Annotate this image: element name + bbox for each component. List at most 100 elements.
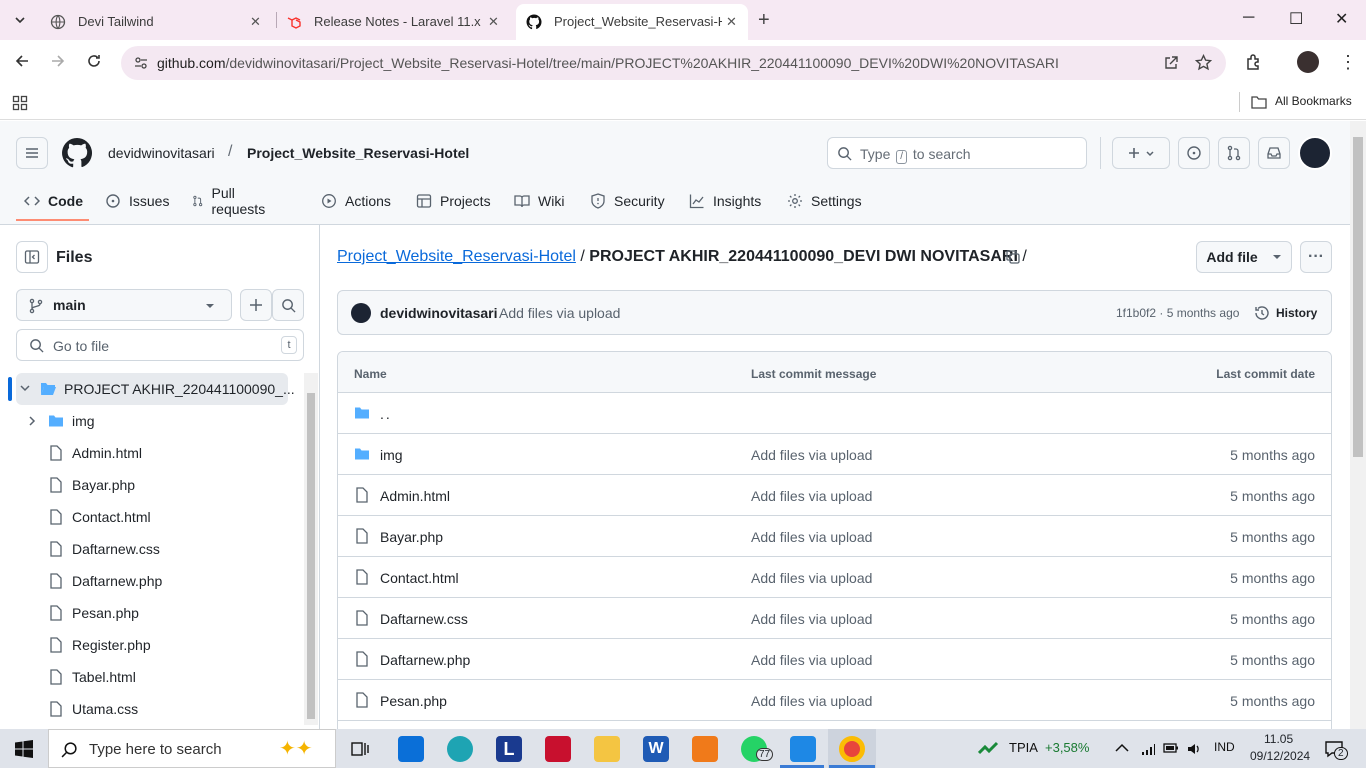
tab-pull-requests[interactable]: Pull requests: [192, 183, 270, 219]
tab-wiki[interactable]: Wiki: [514, 183, 564, 219]
minimize-button[interactable]: ─: [1243, 9, 1254, 27]
commit-sha-time[interactable]: 1f1b0f2 · 5 months ago: [1116, 306, 1239, 320]
xampp-icon[interactable]: [692, 736, 718, 762]
tab-actions[interactable]: Actions: [321, 183, 391, 219]
tab-issues[interactable]: Issues: [105, 183, 169, 219]
row-commit-message[interactable]: Add files via upload: [751, 488, 872, 504]
tree-item-admin-html[interactable]: Admin.html: [0, 437, 300, 469]
history-link[interactable]: History: [1276, 306, 1317, 320]
row-commit-message[interactable]: Add files via upload: [751, 570, 872, 586]
close-window-button[interactable]: ✕: [1335, 9, 1348, 29]
stock-change[interactable]: +3,58%: [1045, 740, 1089, 755]
collapse-file-tree-button[interactable]: [16, 241, 48, 273]
table-row-parent-dir[interactable]: ..: [338, 393, 1331, 434]
chevron-up-icon[interactable]: [1115, 743, 1129, 753]
url-text[interactable]: github.com/devidwinovitasari/Project_Web…: [157, 55, 1059, 71]
breadcrumb-repo-link[interactable]: Project_Website_Reservasi-Hotel: [337, 248, 576, 265]
tab-code[interactable]: Code: [24, 183, 83, 219]
task-view-icon[interactable]: [350, 739, 370, 759]
row-name[interactable]: ..: [380, 406, 392, 422]
more-options-button[interactable]: ···: [1300, 241, 1332, 273]
battery-icon[interactable]: [1163, 742, 1179, 754]
page-scrollbar-thumb[interactable]: [1353, 137, 1363, 457]
row-name[interactable]: Daftarnew.php: [380, 652, 470, 668]
tree-item-pesan-php[interactable]: Pesan.php: [0, 597, 300, 629]
inbox-button[interactable]: [1258, 137, 1290, 169]
all-bookmarks-label[interactable]: All Bookmarks: [1275, 94, 1352, 108]
forward-arrow-icon[interactable]: [50, 53, 66, 69]
row-commit-message[interactable]: Add files via upload: [751, 447, 872, 463]
tree-item-img[interactable]: img: [0, 405, 300, 437]
vscode-icon[interactable]: [790, 736, 816, 762]
close-tab-icon[interactable]: ✕: [488, 14, 499, 30]
taskbar-search-box[interactable]: Type here to search ✦✦: [48, 729, 336, 768]
tree-item-contact-html[interactable]: Contact.html: [0, 501, 300, 533]
mcafee-icon[interactable]: [545, 736, 571, 762]
author-avatar[interactable]: [351, 303, 371, 323]
tree-item-tabel-html[interactable]: Tabel.html: [0, 661, 300, 693]
tab-insights[interactable]: Insights: [689, 183, 761, 219]
table-row[interactable]: Admin.html Add files via upload 5 months…: [338, 475, 1331, 516]
mail-app-icon[interactable]: [398, 736, 424, 762]
table-row[interactable]: Daftarnew.php Add files via upload 5 mon…: [338, 639, 1331, 680]
tree-item-register-php[interactable]: Register.php: [0, 629, 300, 661]
commit-author-link[interactable]: devidwinovitasari: [380, 305, 497, 321]
clock-date[interactable]: 09/12/2024: [1250, 749, 1310, 763]
site-settings-icon[interactable]: [133, 55, 149, 71]
l-app-icon[interactable]: L: [496, 736, 522, 762]
go-to-file-input[interactable]: Go to file t: [16, 329, 304, 361]
create-new-button[interactable]: [1112, 137, 1170, 169]
row-name[interactable]: Contact.html: [380, 570, 459, 586]
address-bar[interactable]: github.com/devidwinovitasari/Project_Web…: [121, 46, 1226, 80]
network-icon[interactable]: [1140, 741, 1156, 757]
back-arrow-icon[interactable]: [14, 53, 30, 69]
user-avatar[interactable]: [1298, 136, 1332, 170]
chrome-icon[interactable]: [839, 736, 865, 762]
tree-item-daftarnew-css[interactable]: Daftarnew.css: [0, 533, 300, 565]
table-row[interactable]: Pesan.php Add files via upload 5 months …: [338, 680, 1331, 721]
commit-message[interactable]: Add files via upload: [499, 305, 620, 321]
windows-start-icon[interactable]: [15, 740, 33, 758]
sidebar-scrollbar-thumb[interactable]: [307, 393, 315, 719]
file-explorer-icon[interactable]: [594, 736, 620, 762]
github-search-input[interactable]: Type / to search: [827, 137, 1087, 169]
add-file-dropdown-button[interactable]: Add file: [1196, 241, 1292, 273]
profile-avatar[interactable]: [1297, 51, 1319, 73]
browser-tab-devi-tailwind[interactable]: Devi Tailwind ✕: [40, 4, 272, 40]
search-files-button[interactable]: [272, 289, 304, 321]
browser-menu-icon[interactable]: ⋮: [1339, 52, 1357, 73]
close-tab-icon[interactable]: ✕: [726, 14, 737, 30]
word-icon[interactable]: W: [643, 736, 669, 762]
tree-item-utama-css[interactable]: Utama.css: [0, 693, 300, 725]
table-row[interactable]: Contact.html Add files via upload 5 mont…: [338, 557, 1331, 598]
language-indicator[interactable]: IND: [1214, 740, 1235, 754]
copy-path-icon[interactable]: [1005, 249, 1021, 265]
tab-settings[interactable]: Settings: [787, 183, 862, 219]
browser-tab-laravel[interactable]: Release Notes - Laravel 11.x - Th ✕: [276, 4, 510, 40]
row-name[interactable]: img: [380, 447, 403, 463]
row-name[interactable]: Admin.html: [380, 488, 450, 504]
maximize-button[interactable]: ☐: [1289, 9, 1303, 29]
issues-button[interactable]: [1178, 137, 1210, 169]
table-row[interactable]: Bayar.php Add files via upload 5 months …: [338, 516, 1331, 557]
table-row[interactable]: img Add files via upload 5 months ago: [338, 434, 1331, 475]
stock-name[interactable]: TPIA: [1009, 740, 1038, 755]
open-in-app-icon[interactable]: [1163, 55, 1179, 71]
row-commit-message[interactable]: Add files via upload: [751, 693, 872, 709]
edge-browser-icon[interactable]: [447, 736, 473, 762]
row-name[interactable]: Daftarnew.css: [380, 611, 468, 627]
hamburger-menu-button[interactable]: [16, 137, 48, 169]
sidebar-scrollbar[interactable]: [304, 373, 318, 725]
browser-tab-github[interactable]: Project_Website_Reservasi-Hote ✕: [516, 4, 748, 40]
tree-item-daftarnew-php[interactable]: Daftarnew.php: [0, 565, 300, 597]
tree-item-bayar-php[interactable]: Bayar.php: [0, 469, 300, 501]
add-file-button[interactable]: [240, 289, 272, 321]
repo-owner-link[interactable]: devidwinovitasari: [108, 145, 215, 161]
star-icon[interactable]: [1195, 54, 1212, 71]
apps-grid-icon[interactable]: [12, 95, 28, 111]
extensions-icon[interactable]: [1245, 53, 1263, 71]
tree-item-project-folder[interactable]: PROJECT AKHIR_220441100090_...: [8, 373, 295, 405]
page-scrollbar[interactable]: [1350, 121, 1366, 729]
table-row[interactable]: Daftarnew.css Add files via upload 5 mon…: [338, 598, 1331, 639]
new-tab-button[interactable]: +: [758, 9, 770, 32]
